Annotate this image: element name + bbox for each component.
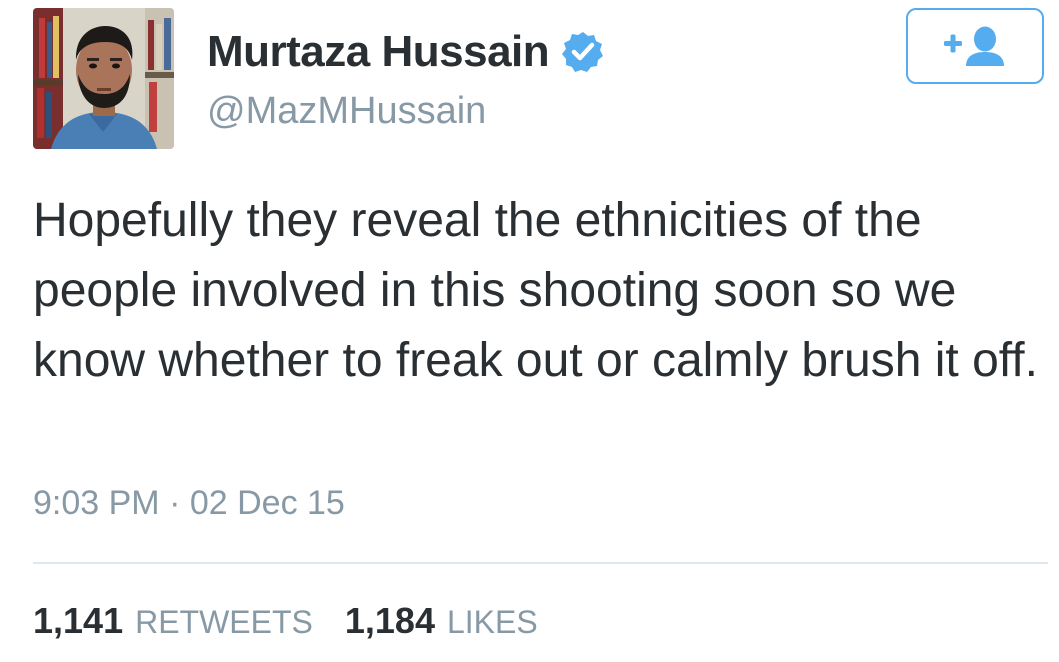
name-row: Murtaza Hussain xyxy=(207,27,605,77)
verified-badge-icon xyxy=(561,30,605,74)
avatar-photo xyxy=(33,8,174,149)
tweet-stats: 1,141 RETWEETS 1,184 LIKES xyxy=(33,600,570,642)
retweets-stat[interactable]: 1,141 RETWEETS xyxy=(33,600,313,642)
avatar[interactable] xyxy=(33,8,174,149)
likes-stat[interactable]: 1,184 LIKES xyxy=(345,600,538,642)
likes-label: LIKES xyxy=(446,604,538,640)
user-handle[interactable]: @MazMHussain xyxy=(207,90,486,133)
likes-count: 1,184 xyxy=(344,600,435,641)
display-name[interactable]: Murtaza Hussain xyxy=(207,27,550,77)
divider xyxy=(33,562,1048,564)
tweet-card: Murtaza Hussain @MazMHussain Hopefully t… xyxy=(0,0,1059,662)
retweets-count: 1,141 xyxy=(33,600,124,641)
follow-button[interactable] xyxy=(906,8,1044,84)
add-user-icon xyxy=(944,26,1004,66)
retweets-label: RETWEETS xyxy=(135,604,313,640)
tweet-text: Hopefully they reveal the ethnicities of… xyxy=(33,194,1038,387)
tweet-timestamp[interactable]: 9:03 PM · 02 Dec 15 xyxy=(33,484,345,523)
